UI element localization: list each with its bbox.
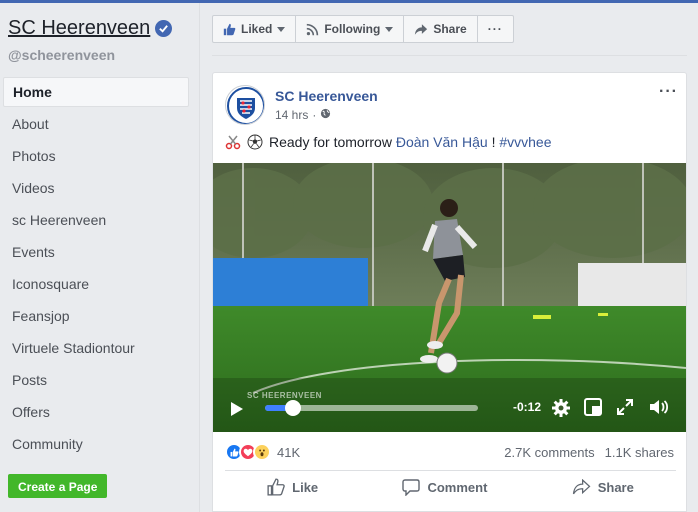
play-icon[interactable] <box>229 400 245 421</box>
like-button[interactable]: Like <box>267 478 318 496</box>
thumbs-up-outline-icon <box>267 478 285 496</box>
video-watermark: SC HEERENVEEN <box>247 391 322 400</box>
meta-separator: · <box>312 108 317 122</box>
sidebar-item-virtuele-stadiontour[interactable]: Virtuele Stadiontour <box>3 333 189 365</box>
video-time-remaining: -0:12 <box>513 400 542 414</box>
verified-badge-icon <box>155 20 173 37</box>
sidebar-divider <box>199 3 200 512</box>
reactions-summary[interactable]: 41K <box>225 443 300 461</box>
page-name[interactable]: SC Heerenveen <box>8 17 150 40</box>
soccer-ball-icon <box>247 134 263 150</box>
settings-gear-icon[interactable] <box>551 398 571 421</box>
more-options-button[interactable]: ··· <box>476 15 514 43</box>
post-time[interactable]: 14 hrs <box>275 108 308 122</box>
thumbs-up-icon <box>223 23 236 36</box>
post-author[interactable]: SC Heerenveen <box>275 88 378 104</box>
post-text-before: Ready for tomorrow <box>269 134 392 150</box>
share-page-label: Share <box>433 22 467 36</box>
fullscreen-icon[interactable] <box>616 398 634 419</box>
reaction-count: 41K <box>277 444 301 460</box>
page-avatar[interactable] <box>225 85 265 125</box>
post-options-button[interactable]: ··· <box>659 83 678 101</box>
globe-icon <box>320 108 331 122</box>
page-action-bar: Liked Following Share ··· <box>212 15 514 43</box>
sidebar-item-feansjop[interactable]: Feansjop <box>3 301 189 333</box>
volume-icon[interactable] <box>649 398 669 419</box>
comment-button[interactable]: Comment <box>402 478 487 496</box>
post-card: SC Heerenveen 14 hrs · ··· Ready for tom… <box>212 72 687 512</box>
hashtag-link[interactable]: #vvvhee <box>499 134 551 150</box>
engagement-counts: 2.7K comments 1.1K shares <box>504 445 674 460</box>
share-button[interactable]: Share <box>572 478 634 496</box>
sidebar-item-offers[interactable]: Offers <box>3 397 189 429</box>
post-text-mid: ! <box>491 134 496 150</box>
share-arrow-icon <box>572 479 591 495</box>
header-divider <box>212 55 687 56</box>
mention-link[interactable]: Đoàn Văn Hậu <box>396 134 488 150</box>
chevron-down-icon <box>277 26 286 32</box>
sidebar-item-about[interactable]: About <box>3 109 189 141</box>
create-page-button[interactable]: Create a Page <box>8 474 108 498</box>
page-name-row: SC Heerenveen <box>8 17 173 40</box>
video-scrubber-knob[interactable] <box>284 400 301 416</box>
shares-count-link[interactable]: 1.1K shares <box>605 445 674 460</box>
post-meta: 14 hrs · <box>275 108 331 122</box>
sidebar-item-events[interactable]: Events <box>3 237 189 269</box>
share-label: Share <box>597 479 634 495</box>
comment-label: Comment <box>427 479 488 495</box>
page-sidebar: SC Heerenveen @scheerenveen Home About P… <box>0 3 199 512</box>
sidebar-item-sc-heerenveen[interactable]: sc Heerenveen <box>3 205 189 237</box>
post-message: Ready for tomorrow Đoàn Văn Hậu ! #vvvhe… <box>225 134 552 150</box>
comments-count-link[interactable]: 2.7K comments <box>504 445 594 460</box>
like-label: Like <box>292 479 319 495</box>
following-button[interactable]: Following <box>295 15 405 43</box>
sidebar-nav: Home About Photos Videos sc Heerenveen E… <box>3 77 189 461</box>
video-progress-bar[interactable] <box>265 400 478 416</box>
scissors-icon <box>225 134 241 150</box>
liked-label: Liked <box>241 22 273 36</box>
video-player[interactable]: SC HEERENVEEN -0:12 <box>213 163 686 432</box>
sidebar-item-videos[interactable]: Videos <box>3 173 189 205</box>
following-label: Following <box>324 22 381 36</box>
chevron-down-icon <box>385 26 394 32</box>
sidebar-item-posts[interactable]: Posts <box>3 365 189 397</box>
liked-button[interactable]: Liked <box>212 15 297 43</box>
sidebar-item-home[interactable]: Home <box>3 77 189 107</box>
rss-icon <box>306 23 319 36</box>
sidebar-item-iconosquare[interactable]: Iconosquare <box>3 269 189 301</box>
wow-reaction-icon <box>253 443 271 461</box>
sidebar-item-photos[interactable]: Photos <box>3 141 189 173</box>
post-action-bar: Like Comment Share <box>225 478 676 496</box>
share-arrow-icon <box>414 23 428 36</box>
picture-in-picture-icon[interactable] <box>584 398 602 419</box>
actions-divider <box>225 470 676 471</box>
sidebar-item-community[interactable]: Community <box>3 429 189 461</box>
page-handle[interactable]: @scheerenveen <box>8 47 115 63</box>
more-options-icon: ··· <box>487 22 503 36</box>
comment-icon <box>402 478 421 496</box>
share-page-button[interactable]: Share <box>403 15 478 43</box>
